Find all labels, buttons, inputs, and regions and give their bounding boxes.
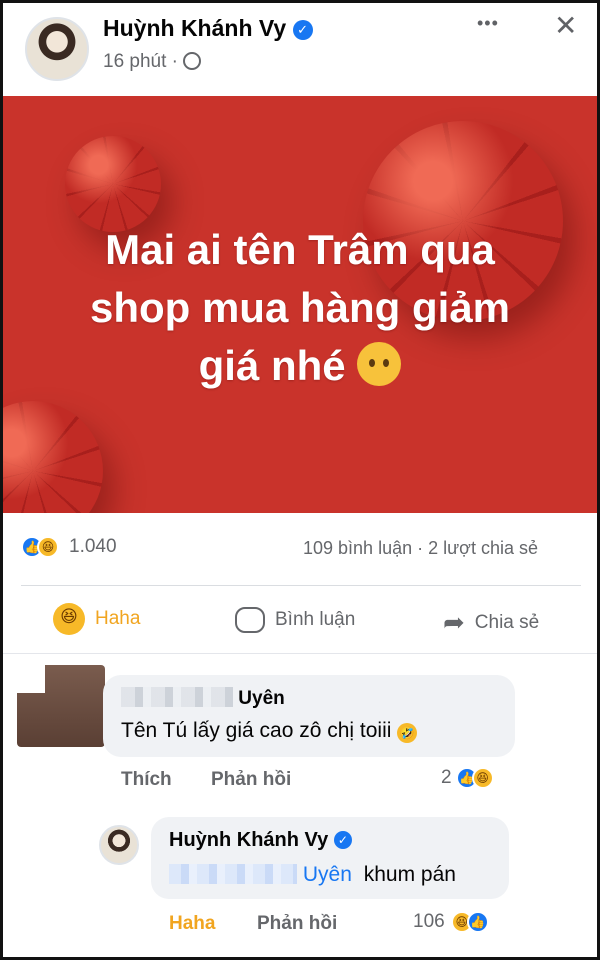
ball-decoration	[65, 136, 161, 232]
comment-label: Bình luận	[275, 609, 356, 630]
close-icon[interactable]: ✕	[554, 9, 577, 42]
banner-line-3: giá nhé	[33, 337, 567, 395]
tear-smile-emoji-icon	[357, 342, 402, 386]
banner-line-1: Mai ai tên Trâm qua	[105, 226, 495, 273]
ball-decoration	[3, 401, 103, 513]
reply-reaction-count: 106	[413, 911, 445, 932]
comment-text: Tên Tú lấy giá cao zô chị toiii 🤣	[121, 719, 418, 743]
divider	[21, 585, 581, 586]
post-time[interactable]: 16 phút ·	[103, 51, 178, 72]
comment-author[interactable]: Uyên	[121, 687, 285, 710]
haha-reaction-icon: 😆	[37, 536, 59, 558]
reply-author[interactable]: Huỳnh Khánh Vy	[169, 829, 328, 851]
author-avatar[interactable]	[25, 17, 89, 81]
banner-text: Mai ai tên Trâm qua shop mua hàng giảm g…	[33, 221, 567, 395]
verified-badge-icon: ✓	[333, 831, 352, 849]
globe-icon	[183, 52, 202, 70]
reactions-count: 1.040	[69, 536, 117, 557]
haha-label: Haha	[95, 608, 141, 629]
reply-reply-link[interactable]: Phản hồi	[257, 913, 337, 935]
post-banner[interactable]: Mai ai tên Trâm qua shop mua hàng giảm g…	[3, 96, 597, 513]
haha-icon: 😆	[53, 603, 85, 635]
reply-author-avatar[interactable]	[99, 825, 139, 865]
blurred-name	[121, 687, 233, 707]
comment-reactions[interactable]: 2 👍 😆	[441, 767, 494, 789]
reaction-summary[interactable]: 👍 😆 1.040	[21, 536, 117, 558]
verified-badge-icon: ✓	[292, 20, 313, 40]
banner-line-2: shop mua hàng giảm	[89, 284, 511, 331]
divider	[3, 653, 597, 654]
reply-mention[interactable]: Uyên	[303, 863, 352, 886]
reply-haha-link[interactable]: Haha	[169, 913, 215, 935]
reply-author-row: Huỳnh Khánh Vy ✓	[169, 829, 352, 852]
share-label: Chia sẻ	[474, 611, 540, 633]
post-meta: 16 phút ·	[103, 51, 202, 73]
comments-shares-count[interactable]: 109 bình luận · 2 lượt chia sẻ	[303, 538, 538, 559]
commenter-avatar[interactable]	[17, 665, 105, 747]
reply-text: Uyên khum pán	[169, 863, 456, 887]
share-button[interactable]: ➦ Chia sẻ	[443, 607, 539, 638]
author-name[interactable]: Huỳnh Khánh Vy	[103, 15, 286, 41]
haha-button[interactable]: 😆 Haha	[53, 603, 140, 635]
blurred-name	[169, 864, 297, 884]
author-name-row: Huỳnh Khánh Vy ✓	[103, 15, 313, 42]
comment-like-link[interactable]: Thích	[121, 769, 172, 791]
reply-reactions[interactable]: 106 😆 👍	[413, 911, 489, 933]
laughing-emoji-icon: 🤣	[397, 723, 418, 743]
like-reaction-icon: 👍	[466, 911, 489, 933]
more-options-icon[interactable]: •••	[477, 13, 499, 34]
haha-reaction-icon: 😆	[471, 767, 494, 789]
comment-button[interactable]: Bình luận	[235, 607, 355, 633]
share-icon: ➦	[443, 607, 465, 637]
comment-icon	[235, 607, 265, 633]
comment-reply-link[interactable]: Phản hồi	[211, 769, 291, 791]
comment-reaction-count: 2	[441, 767, 452, 788]
